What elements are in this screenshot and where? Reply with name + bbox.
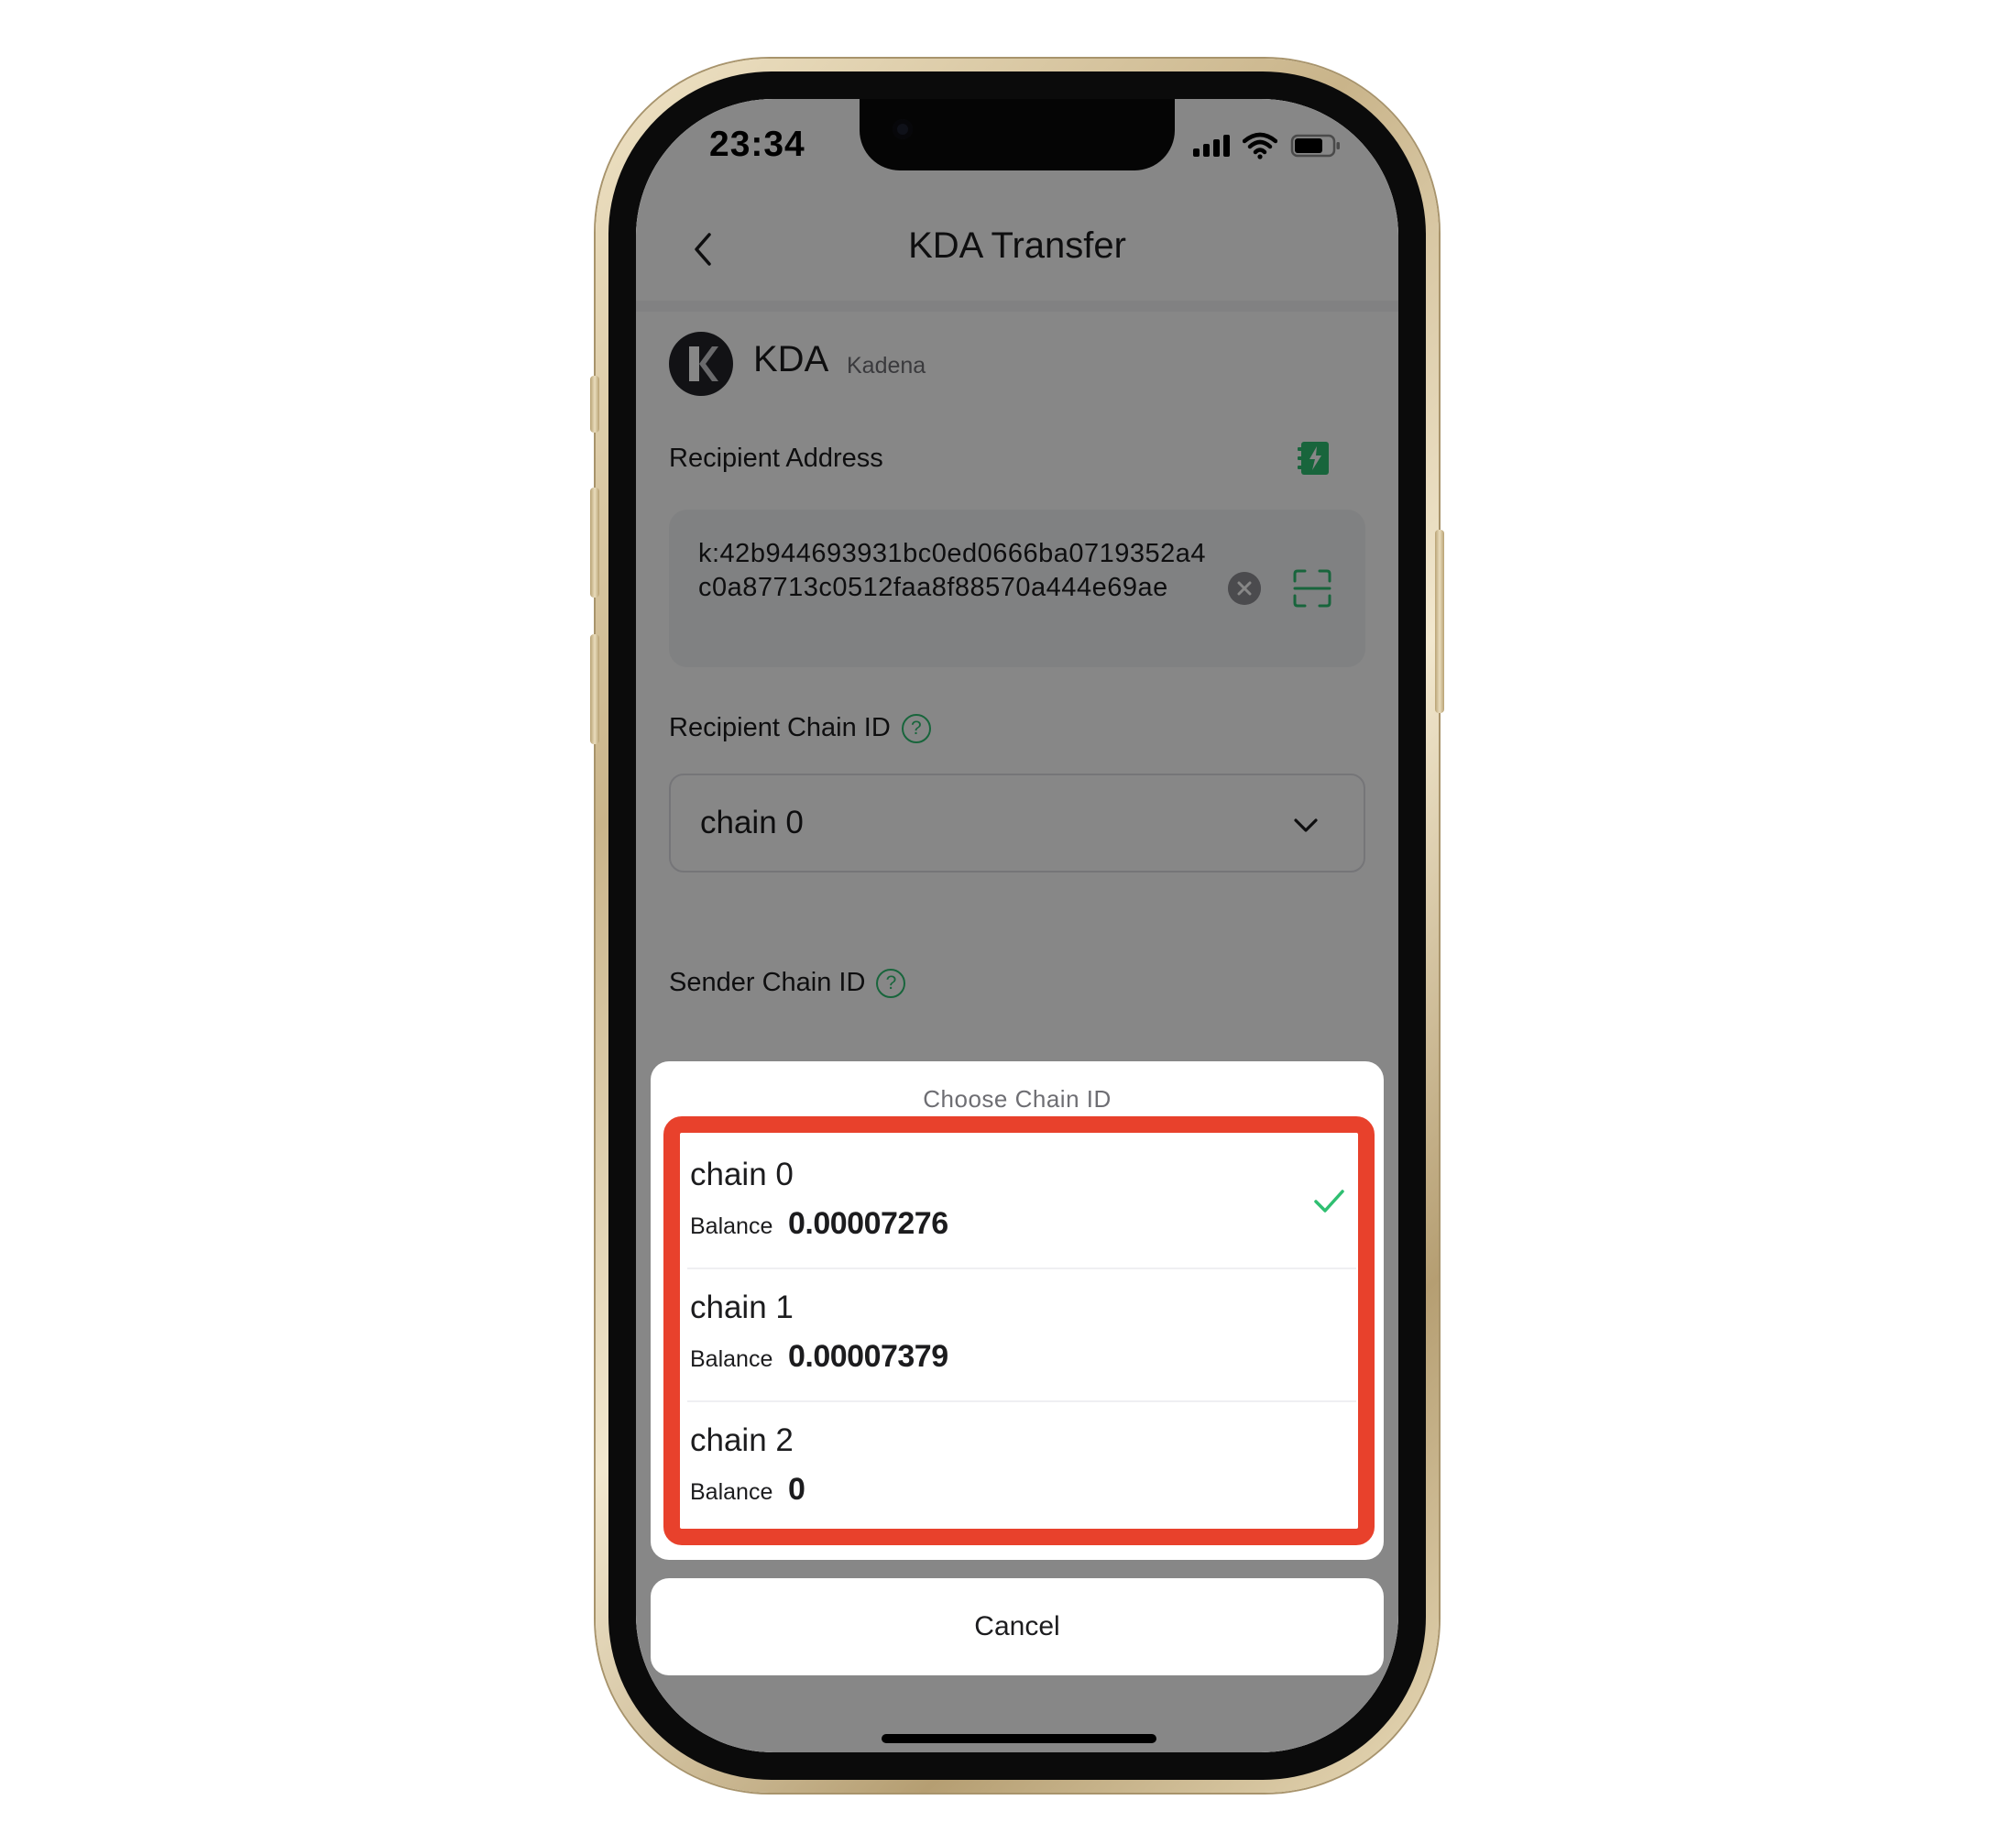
chain-option-name: chain 0	[690, 1157, 794, 1192]
chain-option[interactable]: chain 2 Balance 0	[651, 1402, 1384, 1535]
phone-screen: 23:34 KDA Transfer KDA Kadena Recipient …	[636, 99, 1398, 1752]
balance-label: Balance	[690, 1346, 773, 1372]
check-icon	[1314, 1190, 1344, 1213]
chain-option[interactable]: chain 1 Balance 0.00007379	[651, 1269, 1384, 1402]
chain-option[interactable]: chain 0 Balance 0.00007276	[651, 1136, 1384, 1269]
cancel-label: Cancel	[974, 1611, 1060, 1641]
balance-label: Balance	[690, 1213, 773, 1239]
chain-picker-sheet: Choose Chain ID chain 0 Balance 0.000072…	[651, 1061, 1384, 1560]
chain-option-name: chain 1	[690, 1290, 794, 1325]
volume-down-button	[590, 634, 599, 744]
balance-value: 0	[788, 1472, 805, 1507]
mute-switch	[590, 376, 599, 433]
volume-up-button	[590, 488, 599, 598]
power-button	[1435, 530, 1444, 713]
balance-value: 0.00007276	[788, 1206, 948, 1241]
balance-value: 0.00007379	[788, 1339, 948, 1374]
home-indicator[interactable]	[882, 1734, 1156, 1743]
balance-label: Balance	[690, 1479, 773, 1505]
cancel-button[interactable]: Cancel	[651, 1578, 1384, 1675]
sheet-title: Choose Chain ID	[923, 1085, 1112, 1113]
chain-option-name: chain 2	[690, 1422, 794, 1458]
